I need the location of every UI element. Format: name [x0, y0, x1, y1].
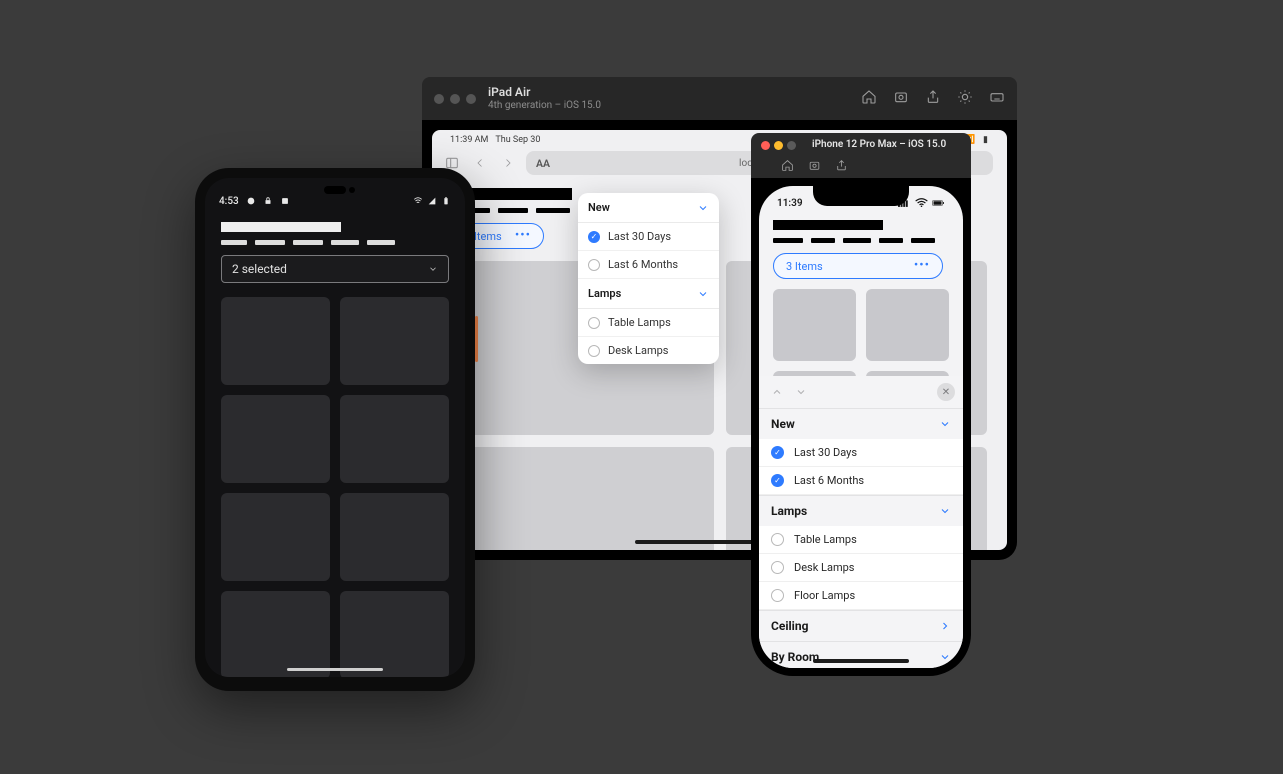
filter-select-label: 2 selected	[232, 262, 287, 276]
speaker-camera	[324, 186, 346, 194]
share-icon[interactable]	[925, 89, 941, 109]
sheet-item[interactable]: Table Lamps	[759, 526, 963, 554]
sheet-next-button[interactable]	[791, 382, 811, 402]
iphone-simulator: iPhone 12 Pro Max – iOS 15.0 11:39	[751, 133, 971, 676]
signal-icon	[427, 196, 437, 206]
chevron-down-icon	[428, 264, 438, 274]
ipad-simulator-toolbar: iPad Air 4th generation – iOS 15.0	[422, 77, 1017, 120]
product-tile[interactable]	[340, 297, 449, 385]
radio-empty-icon	[588, 317, 600, 329]
sheet-prev-button[interactable]	[767, 382, 787, 402]
keyboard-icon[interactable]	[989, 89, 1005, 109]
power-button[interactable]	[475, 316, 478, 362]
sheet-item[interactable]: Desk Lamps	[759, 554, 963, 582]
sheet-section-new[interactable]: New	[759, 408, 963, 439]
screenshot-icon[interactable]	[808, 157, 821, 176]
popover-item[interactable]: Desk Lamps	[578, 337, 719, 364]
breadcrumb	[221, 240, 449, 245]
filter-popover: New ✓Last 30 Days Last 6 Months Lamps Ta…	[578, 193, 719, 364]
home-indicator[interactable]	[287, 668, 383, 671]
filter-sheet: ✕ New ✓Last 30 Days ✓Last 6 Months Lamps…	[759, 376, 963, 668]
sheet-item[interactable]: ✓Last 30 Days	[759, 439, 963, 467]
notification-icon	[246, 196, 256, 206]
share-icon[interactable]	[835, 157, 848, 176]
home-icon[interactable]	[781, 157, 794, 176]
sheet-item[interactable]: Floor Lamps	[759, 582, 963, 610]
home-icon[interactable]	[861, 89, 877, 109]
product-tile[interactable]	[340, 591, 449, 677]
product-tile[interactable]	[773, 289, 856, 361]
iphone-title: iPhone 12 Pro Max – iOS 15.0	[812, 139, 946, 150]
sheet-item[interactable]: ✓Last 6 Months	[759, 467, 963, 495]
radio-checked-icon: ✓	[771, 446, 784, 459]
popover-item[interactable]: ✓Last 30 Days	[578, 223, 719, 251]
traffic-lights[interactable]	[761, 135, 800, 154]
android-status-bar: 4:53	[205, 178, 465, 212]
screenshot-icon[interactable]	[893, 89, 909, 109]
ipad-subtitle: 4th generation – iOS 15.0	[488, 100, 601, 112]
page-title	[221, 222, 341, 232]
radio-checked-icon: ✓	[771, 474, 784, 487]
battery-icon	[932, 198, 945, 208]
popover-item[interactable]: Last 6 Months	[578, 251, 719, 279]
android-device: 4:53 2 selected	[195, 168, 475, 691]
radio-checked-icon: ✓	[588, 231, 600, 243]
product-tile[interactable]	[340, 493, 449, 581]
sheet-section-byroom[interactable]: By Room	[759, 641, 963, 668]
product-tile[interactable]	[221, 395, 330, 483]
wifi-icon	[413, 196, 423, 206]
appearance-icon[interactable]	[957, 89, 973, 109]
product-tile[interactable]	[221, 591, 330, 677]
radio-empty-icon	[771, 561, 784, 574]
radio-empty-icon	[771, 533, 784, 546]
app-icon	[280, 196, 290, 206]
wifi-icon	[915, 198, 928, 208]
notch	[813, 186, 909, 206]
sheet-section-lamps[interactable]: Lamps	[759, 495, 963, 526]
forward-icon[interactable]	[498, 153, 518, 173]
popover-section-lamps[interactable]: Lamps	[578, 279, 719, 309]
product-tile[interactable]	[452, 447, 714, 550]
page-title	[773, 220, 883, 230]
ipad-title: iPad Air	[488, 86, 601, 100]
close-icon[interactable]: ✕	[937, 383, 955, 401]
breadcrumb	[773, 238, 949, 243]
filter-pill-label: 3 Items	[786, 260, 823, 273]
lock-icon	[263, 196, 273, 206]
home-indicator[interactable]	[813, 659, 909, 663]
battery-icon	[441, 196, 451, 206]
iphone-simulator-toolbar: iPhone 12 Pro Max – iOS 15.0	[751, 133, 971, 178]
radio-empty-icon	[771, 589, 784, 602]
text-size-icon[interactable]: AA	[536, 157, 550, 170]
product-tile[interactable]	[866, 289, 949, 361]
product-tile[interactable]	[221, 297, 330, 385]
popover-item[interactable]: Table Lamps	[578, 309, 719, 337]
popover-section-new[interactable]: New	[578, 193, 719, 223]
sheet-section-ceiling[interactable]: Ceiling	[759, 610, 963, 641]
traffic-lights[interactable]	[434, 94, 476, 104]
filter-pill[interactable]: 3 Items •••	[773, 253, 943, 279]
radio-empty-icon	[588, 259, 600, 271]
product-tile[interactable]	[221, 493, 330, 581]
radio-empty-icon	[588, 345, 600, 357]
product-tile[interactable]	[340, 395, 449, 483]
filter-select[interactable]: 2 selected	[221, 255, 449, 283]
